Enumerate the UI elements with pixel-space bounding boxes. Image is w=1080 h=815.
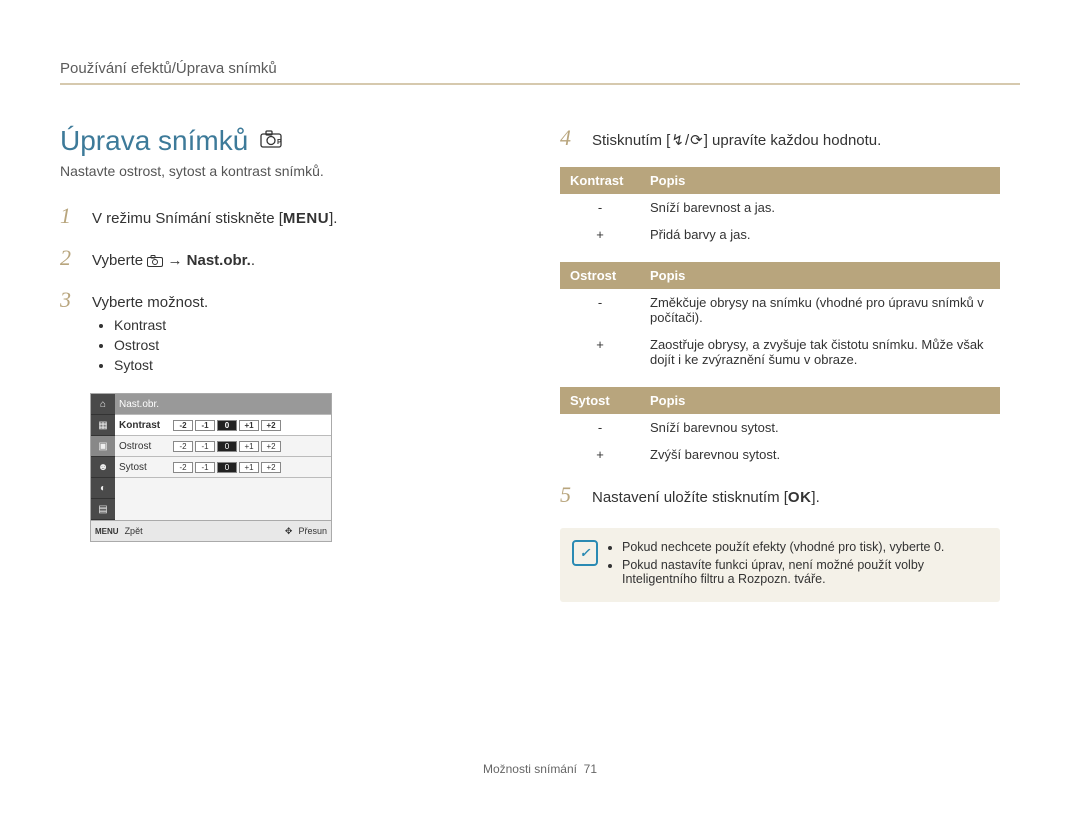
svg-text:P: P: [277, 139, 282, 146]
step-body: V režimu Snímání stiskněte [MENU].: [92, 210, 500, 227]
table-row: +Přidá barvy a jas.: [560, 221, 1000, 248]
step-4: 4 Stisknutím [↯/⟳] upravíte každou hodno…: [560, 125, 1000, 151]
right-column: 4 Stisknutím [↯/⟳] upravíte každou hodno…: [560, 125, 1000, 602]
table-row: +Zvýší barevnou sytost.: [560, 441, 1000, 468]
lcd-row-sytost: Sytost -2-10+1+2: [115, 457, 331, 478]
camera-icon: [147, 252, 163, 268]
move-icon: ✥: [285, 526, 293, 537]
step-number: 5: [560, 482, 582, 508]
section-title-text: Úprava snímků: [60, 125, 248, 157]
page: Používání efektů/Úprava snímků Úprava sn…: [0, 0, 1080, 776]
lcd-row-kontrast: Kontrast -2-10+1+2: [115, 415, 331, 436]
option-ostrost: Ostrost: [114, 337, 500, 353]
nastobr-label: Nast.obr.: [187, 252, 251, 269]
steps-right-2: 5 Nastavení uložíte stisknutím [OK].: [560, 482, 1000, 508]
home-icon: ⌂: [91, 394, 115, 415]
table-ostrost: OstrostPopis -Změkčuje obrysy na snímku …: [560, 262, 1000, 373]
content-columns: Úprava snímků P Nastavte ostrost, sytost…: [0, 125, 1080, 602]
table-kontrast: KontrastPopis -Sníží barevnost a jas. +P…: [560, 167, 1000, 248]
step-number: 4: [560, 125, 582, 151]
table-row: -Změkčuje obrysy na snímku (vhodné pro ú…: [560, 289, 1000, 331]
option-kontrast: Kontrast: [114, 317, 500, 333]
table-row: +Zaostřuje obrysy, a zvyšuje tak čistotu…: [560, 331, 1000, 373]
step-3: 3 Vyberte možnost. Kontrast Ostrost Syto…: [60, 287, 500, 377]
step-body: Nastavení uložíte stisknutím [OK].: [592, 489, 1000, 506]
option-sytost: Sytost: [114, 357, 500, 373]
step-3-options: Kontrast Ostrost Sytost: [92, 317, 500, 373]
table-row: -Sníží barevnou sytost.: [560, 414, 1000, 441]
lcd-row-ostrost: Ostrost -2-10+1+2: [115, 436, 331, 457]
steps-right: 4 Stisknutím [↯/⟳] upravíte každou hodno…: [560, 125, 1000, 151]
step-body: Vyberte možnost. Kontrast Ostrost Sytost: [92, 294, 500, 377]
step-number: 1: [60, 203, 82, 229]
camera-lcd-preview: ⌂ ▦ ▣ ☻ ◐ ▤ Nast.obr. Kontrast: [90, 393, 332, 542]
left-column: Úprava snímků P Nastavte ostrost, sytost…: [60, 125, 500, 602]
step-5: 5 Nastavení uložíte stisknutím [OK].: [560, 482, 1000, 508]
lcd-body: Nast.obr. Kontrast -2-10+1+2 Ostrost -2-…: [115, 394, 331, 520]
face-icon: ☻: [91, 457, 115, 478]
menu-key: MENU: [283, 210, 329, 227]
picture-icon: ▣: [91, 436, 115, 457]
step-number: 2: [60, 245, 82, 271]
menu-icon: MENU: [95, 527, 119, 536]
film-icon: ▤: [91, 499, 115, 520]
plus-icon: ▦: [91, 415, 115, 436]
adjust-icon: ◐: [91, 478, 115, 499]
step-1: 1 V režimu Snímání stiskněte [MENU].: [60, 203, 500, 229]
step-body: Stisknutím [↯/⟳] upravíte každou hodnotu…: [592, 131, 1000, 149]
step-2: 2 Vyberte → Nast.obr..: [60, 245, 500, 271]
header-breadcrumb: Používání efektů/Úprava snímků: [60, 60, 1020, 85]
note-item: Pokud nastavíte funkci úprav, není možné…: [622, 558, 986, 586]
table-row: -Sníží barevnost a jas.: [560, 194, 1000, 221]
lcd-title-row: Nast.obr.: [115, 394, 331, 415]
note-item: Pokud nechcete použít efekty (vhodné pro…: [622, 540, 986, 554]
step-number: 3: [60, 287, 82, 313]
timer-icon: ⟳: [689, 131, 704, 149]
lcd-footer: MENU Zpět ✥ Přesun: [91, 520, 331, 541]
section-title: Úprava snímků P: [60, 125, 500, 157]
section-subtitle: Nastavte ostrost, sytost a kontrast sním…: [60, 163, 500, 179]
info-icon: ✓: [572, 540, 598, 566]
steps-left: 1 V režimu Snímání stiskněte [MENU]. 2 V…: [60, 203, 500, 377]
ok-key: OK: [788, 489, 812, 506]
step-body: Vyberte → Nast.obr..: [92, 252, 500, 269]
flash-icon: ↯: [670, 131, 685, 149]
page-footer: Možnosti snímání 71: [0, 762, 1080, 776]
lcd-sidebar: ⌂ ▦ ▣ ☻ ◐ ▤: [91, 394, 115, 520]
table-sytost: SytostPopis -Sníží barevnou sytost. +Zvý…: [560, 387, 1000, 468]
camera-p-icon: P: [260, 130, 282, 153]
note-box: ✓ Pokud nechcete použít efekty (vhodné p…: [560, 528, 1000, 602]
